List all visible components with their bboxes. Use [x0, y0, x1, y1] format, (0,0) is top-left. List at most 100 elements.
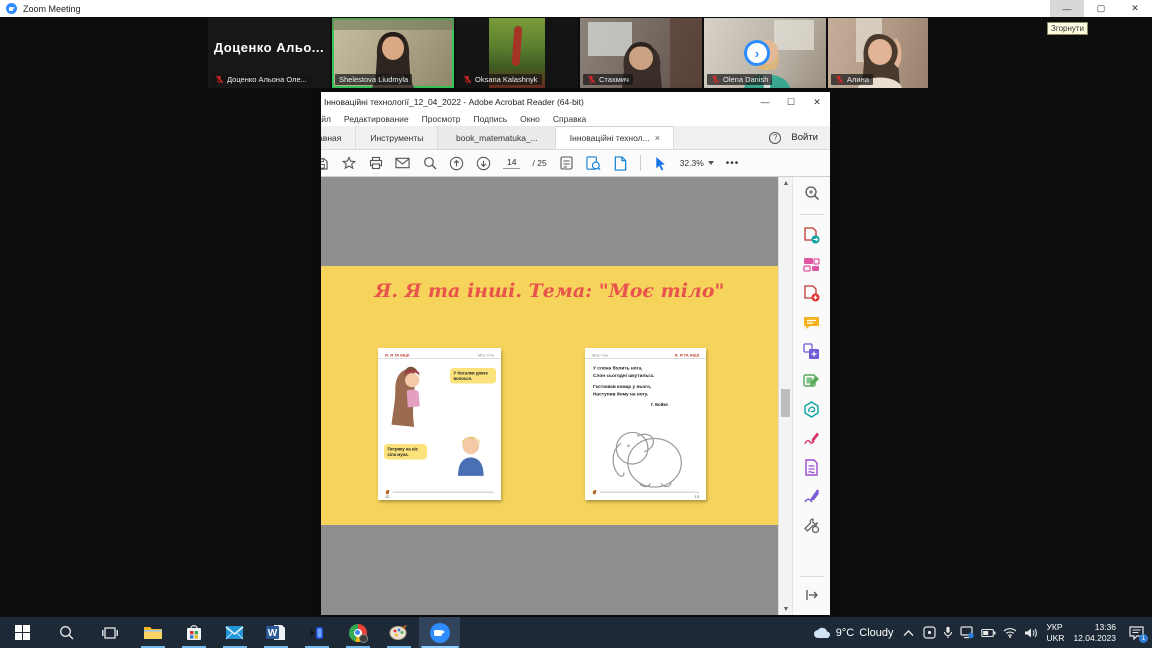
more-tools-icon[interactable] — [802, 515, 822, 535]
scrollbar-thumb[interactable] — [781, 389, 790, 417]
page-up-icon[interactable] — [449, 156, 464, 171]
next-participants-button[interactable]: › — [744, 40, 770, 66]
taskbar-microsoft-store[interactable] — [173, 617, 214, 648]
taskbar-zoom[interactable] — [419, 617, 460, 648]
zoom-search-icon[interactable] — [802, 183, 822, 203]
wifi-icon[interactable] — [1003, 627, 1017, 638]
volume-icon[interactable] — [1024, 627, 1038, 639]
page-down-icon[interactable] — [476, 156, 491, 171]
language-indicator[interactable]: УКР UKR — [1047, 622, 1065, 643]
weather-widget[interactable]: 9°C Cloudy — [813, 627, 894, 639]
fill-sign-icon[interactable] — [802, 428, 822, 448]
zoom-icon — [430, 623, 450, 643]
minimize-button[interactable]: — — [752, 92, 778, 112]
comment-icon[interactable] — [802, 312, 822, 332]
scroll-down-icon[interactable]: ▼ — [779, 603, 793, 615]
poem-author: Г. Бойко — [593, 401, 668, 408]
star-icon[interactable] — [341, 156, 356, 171]
request-signatures-icon[interactable] — [802, 457, 822, 477]
certificates-icon[interactable] — [802, 486, 822, 506]
marquee-zoom-icon[interactable] — [586, 156, 601, 171]
help-icon[interactable]: ? — [769, 132, 781, 144]
start-button[interactable] — [0, 617, 44, 648]
participant-tile-dotsenko[interactable]: Доценко Альо... Доценко Альона Оле... — [208, 18, 330, 88]
select-tool-icon[interactable] — [653, 156, 668, 171]
participant-name-label: Olena Danish — [707, 74, 772, 85]
participant-tile-kalashnyk[interactable]: Oksana Kalashnyk — [456, 18, 578, 88]
menu-help[interactable]: Справка — [553, 114, 586, 124]
toolbar-more-icon[interactable]: ••• — [726, 158, 740, 169]
acrobat-tools-sidebar — [792, 177, 830, 615]
page-display-icon[interactable] — [559, 156, 574, 171]
email-icon[interactable] — [395, 156, 410, 171]
find-icon[interactable] — [422, 156, 437, 171]
taskbar-search-button[interactable] — [44, 617, 88, 648]
participant-name-label: Oksana Kalashnyk — [459, 74, 542, 85]
tray-chevron-icon[interactable] — [903, 629, 914, 637]
expand-panel-icon[interactable] — [802, 585, 822, 605]
chevron-down-icon — [708, 161, 714, 165]
taskbar-word[interactable]: W — [255, 617, 296, 648]
cloud-icon — [813, 627, 831, 639]
windows-taskbar: W 9 — [0, 617, 1152, 648]
combine-files-icon[interactable] — [802, 341, 822, 361]
zoom-level-dropdown[interactable]: 32.3% — [680, 158, 714, 168]
sign-in-button[interactable]: Войти — [791, 132, 818, 143]
export-pdf-icon[interactable] — [802, 225, 822, 245]
tab-document-innovatsiini[interactable]: Інноваційні технол... × — [556, 126, 674, 149]
menu-file[interactable]: Файл — [321, 114, 331, 124]
poem-text: У слона болить нога, Слон сьогодні шкути… — [593, 365, 668, 408]
tab-tools[interactable]: Инструменты — [356, 126, 438, 149]
task-view-button[interactable] — [88, 617, 132, 648]
tray-app-icon[interactable] — [923, 626, 936, 639]
usb-device-icon — [308, 625, 326, 641]
maximize-button[interactable]: ▢ — [1084, 0, 1118, 17]
taskbar-mail[interactable] — [214, 617, 255, 648]
menu-view[interactable]: Просмотр — [422, 114, 461, 124]
menu-window[interactable]: Окно — [520, 114, 540, 124]
vertical-scrollbar[interactable]: ▲ ▼ — [778, 177, 792, 615]
acrobat-toolbar: 14 / 25 32.3% ••• — [321, 150, 830, 177]
weather-condition: Cloudy — [859, 627, 893, 639]
close-button[interactable]: ✕ — [1118, 0, 1152, 17]
maximize-button[interactable]: ☐ — [778, 92, 804, 112]
boy-illustration — [447, 427, 495, 477]
action-center-button[interactable]: 1 — [1129, 626, 1144, 640]
tab-document-matematuka[interactable]: book_matematuka_... — [438, 126, 556, 149]
minimize-button[interactable]: — — [1050, 0, 1084, 17]
page-number: 12 — [385, 495, 389, 500]
acrobat-services-icon[interactable] — [802, 399, 822, 419]
tab-home[interactable]: Главная — [321, 126, 356, 149]
participant-tile-stakhmych[interactable]: Стахмич — [580, 18, 702, 88]
create-pdf-icon[interactable] — [802, 283, 822, 303]
menu-sign[interactable]: Подпись — [474, 114, 508, 124]
battery-icon[interactable] — [981, 628, 996, 638]
edit-pdf-icon[interactable] — [802, 370, 822, 390]
microphone-icon[interactable] — [943, 626, 953, 639]
taskbar-file-explorer[interactable] — [132, 617, 173, 648]
taskbar-usb-device[interactable] — [296, 617, 337, 648]
taskbar-paint[interactable] — [378, 617, 419, 648]
muted-mic-icon — [587, 75, 596, 84]
pc-status-icon[interactable] — [960, 626, 974, 639]
single-page-icon[interactable] — [613, 156, 628, 171]
print-icon[interactable] — [368, 156, 383, 171]
clock[interactable]: 13:36 12.04.2023 — [1073, 622, 1116, 643]
svg-text:W: W — [268, 628, 278, 639]
participant-tile-shelestova[interactable]: Shelestova Liudmyla — [332, 18, 454, 88]
file-explorer-icon — [143, 625, 163, 641]
close-button[interactable]: ✕ — [804, 92, 830, 112]
textbook-page-13: Моє тіло Я. Я ТА ІНШІ У слона болить ног… — [585, 348, 706, 500]
save-icon[interactable] — [321, 156, 329, 171]
weather-temp: 9°C — [836, 627, 854, 639]
menu-edit[interactable]: Редактирование — [344, 114, 409, 124]
minimize-tooltip: Згорнути — [1047, 22, 1088, 35]
organize-pages-icon[interactable] — [802, 254, 822, 274]
close-tab-icon[interactable]: × — [655, 133, 660, 143]
scroll-up-icon[interactable]: ▲ — [779, 177, 793, 189]
participant-tile-alina[interactable]: Алина — [828, 18, 928, 88]
page-number-input[interactable]: 14 — [503, 157, 520, 169]
taskbar-chrome[interactable] — [337, 617, 378, 648]
paint-icon — [389, 624, 408, 641]
page-header: Я. Я ТА ІНШІ Моє тіло — [378, 348, 501, 359]
